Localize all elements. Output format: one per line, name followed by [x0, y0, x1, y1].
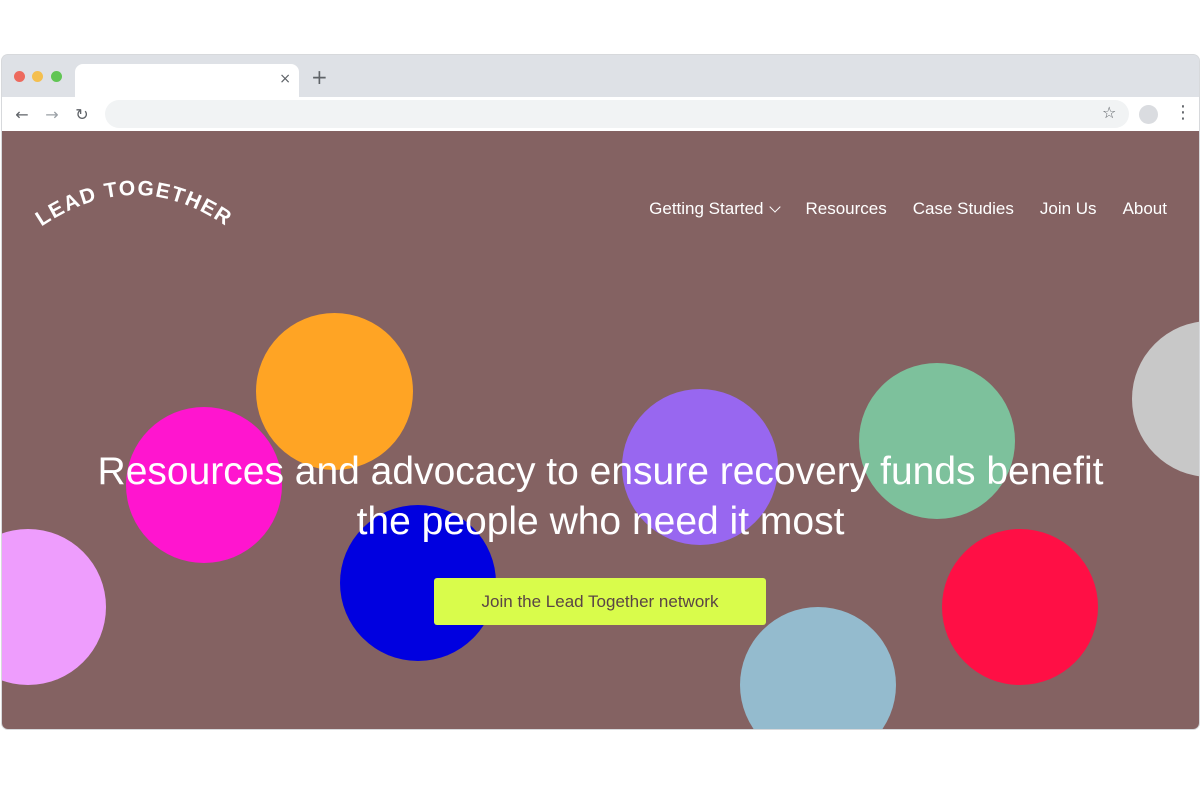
reload-icon[interactable]: ↻ — [71, 103, 93, 125]
main-navigation: Getting Started Resources Case Studies J… — [649, 199, 1167, 219]
back-icon[interactable]: ← — [11, 103, 33, 125]
tab-bar: × + — [2, 55, 1199, 97]
nav-join-us[interactable]: Join Us — [1040, 199, 1097, 219]
decorative-circle-red — [942, 529, 1098, 685]
profile-avatar[interactable] — [1139, 105, 1158, 124]
decorative-circle-pink — [2, 529, 106, 685]
nav-about[interactable]: About — [1123, 199, 1167, 219]
lead-together-logo[interactable]: LEAD TOGETHER — [30, 171, 240, 251]
browser-menu-icon[interactable]: ⋮ — [1174, 102, 1192, 123]
address-bar[interactable] — [105, 100, 1129, 128]
nav-getting-started-label: Getting Started — [649, 199, 764, 218]
hero-heading: Resources and advocacy to ensure recover… — [2, 447, 1199, 547]
maximize-window-button[interactable] — [51, 71, 62, 82]
nav-getting-started[interactable]: Getting Started — [649, 199, 782, 219]
nav-resources[interactable]: Resources — [805, 199, 886, 219]
forward-icon[interactable]: → — [41, 103, 63, 125]
nav-case-studies[interactable]: Case Studies — [913, 199, 1014, 219]
website-page: LEAD TOGETHER Getting Started Resources … — [2, 131, 1199, 729]
hero-line-1: Resources and advocacy to ensure recover… — [97, 450, 1104, 493]
logo-text: LEAD TOGETHER — [32, 177, 235, 231]
close-tab-icon[interactable]: × — [279, 71, 291, 87]
close-window-button[interactable] — [14, 71, 25, 82]
chevron-down-icon — [769, 201, 782, 213]
new-tab-button[interactable]: + — [311, 65, 328, 89]
browser-window: × + ← → ↻ ☆ ⋮ LEAD TOGETHER Getting Star… — [2, 55, 1199, 729]
minimize-window-button[interactable] — [32, 71, 43, 82]
bookmark-star-icon[interactable]: ☆ — [1102, 103, 1116, 122]
browser-tab[interactable]: × — [75, 64, 299, 97]
decorative-circle-lightblue — [740, 607, 896, 729]
browser-toolbar: ← → ↻ ☆ ⋮ — [2, 97, 1199, 132]
hero-line-2: the people who need it most — [356, 500, 845, 543]
svg-text:LEAD TOGETHER: LEAD TOGETHER — [32, 177, 237, 231]
join-network-button[interactable]: Join the Lead Together network — [434, 578, 766, 625]
